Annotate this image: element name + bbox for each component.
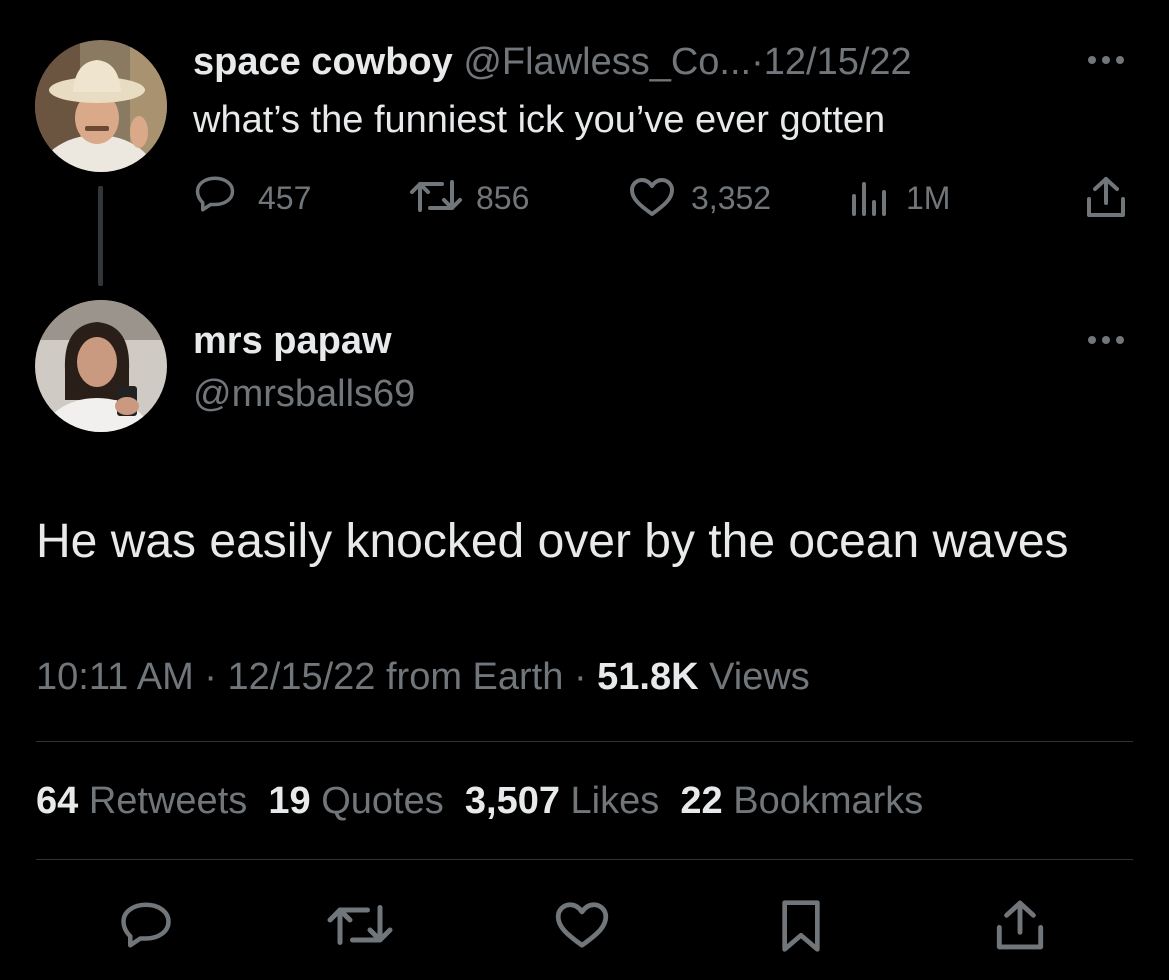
views-icon[interactable]	[848, 178, 888, 218]
parent-tweet-text: what’s the funniest ick you’ve ever gott…	[193, 99, 886, 141]
separator-dot: ·	[751, 41, 764, 83]
reply-icon[interactable]	[193, 173, 237, 215]
handle[interactable]: @Flawless_Co...	[463, 41, 751, 83]
more-options-icon[interactable]	[1085, 53, 1127, 67]
divider-bottom	[36, 859, 1133, 860]
share-button-icon[interactable]	[992, 898, 1048, 952]
tweet-meta-line: 10:11 AM · 12/15/22 from Earth · 51.8K V…	[36, 654, 810, 700]
like-button-icon[interactable]	[553, 900, 611, 950]
views-number: 51.8K	[597, 656, 699, 698]
reply-more-options-icon[interactable]	[1085, 333, 1127, 347]
parent-tweet-header: space cowboy @Flawless_Co...·12/15/22	[193, 40, 912, 84]
meta-dot: ·	[204, 656, 217, 698]
reply-display-name[interactable]: mrs papaw	[193, 319, 392, 363]
retweet-icon[interactable]	[408, 176, 464, 216]
like-icon[interactable]	[628, 176, 676, 218]
thread-line	[98, 186, 103, 286]
like-count: 3,352	[691, 180, 772, 216]
reply-handle[interactable]: @mrsballs69	[193, 372, 415, 416]
tweet-date-source: 12/15/22 from Earth	[227, 656, 564, 698]
likes-stat[interactable]: 3,507 Likes	[465, 780, 659, 822]
tweet-time[interactable]: 10:11 AM	[36, 656, 194, 698]
share-icon[interactable]	[1083, 175, 1129, 219]
views-label: Views	[709, 656, 810, 698]
tweet-date[interactable]: 12/15/22	[764, 41, 912, 83]
views-count: 1M	[906, 180, 951, 216]
bookmarks-stat[interactable]: 22 Bookmarks	[680, 780, 923, 822]
reply-tweet-text: He was easily knocked over by the ocean …	[36, 515, 1069, 568]
divider-top	[36, 741, 1133, 742]
retweet-button-icon[interactable]	[325, 900, 395, 950]
engagement-stats: 64 Retweets 19 Quotes 3,507 Likes 22 Boo…	[36, 778, 923, 824]
reply-button-icon[interactable]	[118, 898, 174, 952]
avatar-space-cowboy[interactable]	[35, 40, 167, 172]
retweets-stat[interactable]: 64 Retweets	[36, 780, 247, 822]
display-name[interactable]: space cowboy	[193, 41, 453, 83]
reply-count: 457	[258, 180, 312, 216]
meta-dot: ·	[573, 656, 587, 698]
retweet-count: 856	[476, 180, 530, 216]
quotes-stat[interactable]: 19 Quotes	[268, 780, 443, 822]
bookmark-button-icon[interactable]	[777, 898, 825, 954]
avatar-mrs-papaw[interactable]	[35, 300, 167, 432]
